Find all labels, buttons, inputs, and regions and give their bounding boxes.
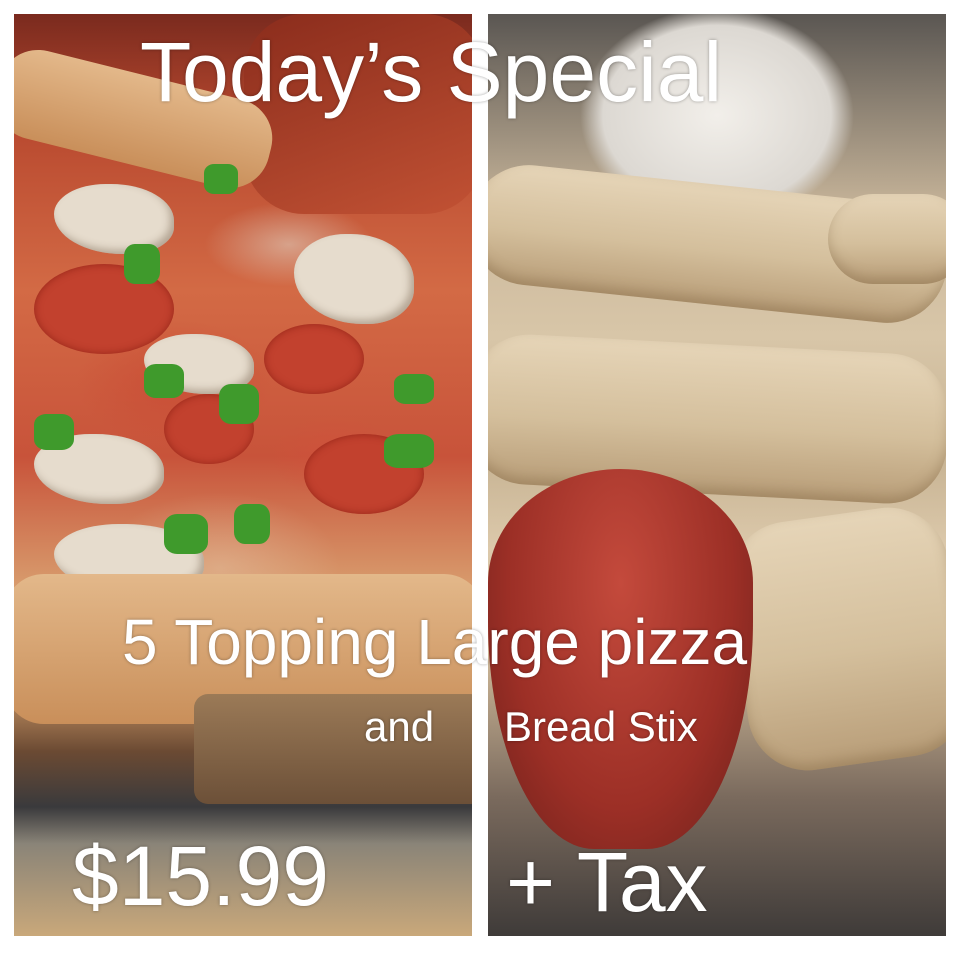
- breadstick: [721, 499, 946, 779]
- green-pepper: [124, 244, 160, 284]
- green-pepper: [34, 414, 74, 450]
- side-item: Bread Stix: [504, 703, 698, 750]
- green-pepper: [234, 504, 270, 544]
- breadstick: [828, 194, 946, 284]
- breadstick: [488, 331, 946, 507]
- pizza-photo: [14, 14, 472, 936]
- conjunction: and: [364, 703, 435, 750]
- green-pepper: [219, 384, 259, 424]
- green-pepper: [164, 514, 208, 554]
- green-pepper: [384, 434, 434, 468]
- mushroom: [54, 184, 174, 254]
- offer-line: 5 Topping Large pizza: [122, 606, 748, 678]
- green-pepper: [204, 164, 238, 194]
- green-pepper: [394, 374, 434, 404]
- price: $15.99: [72, 829, 329, 923]
- headline: Today’s Special: [140, 25, 723, 119]
- pepperoni: [264, 324, 364, 394]
- mushroom: [294, 234, 414, 324]
- breadsticks-photo: [488, 14, 946, 936]
- green-pepper: [144, 364, 184, 398]
- tax-note: + Tax: [506, 835, 708, 929]
